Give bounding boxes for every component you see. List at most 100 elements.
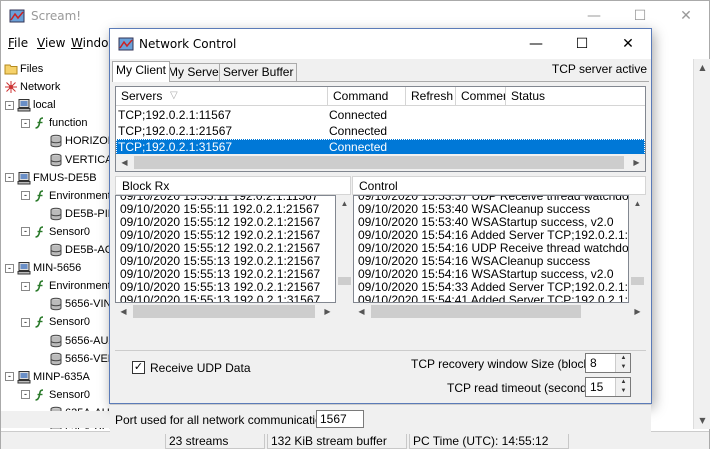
scrollbar-thumb[interactable] — [371, 305, 581, 318]
tree-item-label: Environment — [49, 189, 111, 202]
tab-my-client[interactable]: My Client — [112, 61, 171, 82]
tree-item[interactable]: - Sensor0 — [21, 386, 90, 404]
block-rx-log[interactable]: 09/10/2020 15:55:11 192.0.2.1:11567 09/10… — [115, 195, 336, 303]
database-icon — [49, 352, 63, 366]
tree-item[interactable]: DE5B-PIN — [49, 205, 116, 223]
scroll-right-arrow-icon[interactable]: ▶ — [629, 303, 646, 320]
control-log[interactable]: 09/10/2020 15:53:37 UDP Receive thread w… — [353, 195, 629, 303]
stepper-buttons[interactable]: ▲ ▼ — [615, 354, 630, 372]
database-icon — [49, 134, 63, 148]
column-command[interactable]: Command — [328, 87, 406, 106]
port-input[interactable]: 1567 — [316, 410, 364, 428]
tree-item[interactable]: DE5B-AC — [49, 241, 113, 259]
server-row[interactable]: TCP;192.0.2.1:31567 Connected — [116, 139, 645, 155]
tree-item[interactable]: - FMUS-DE5B — [5, 169, 97, 187]
database-icon — [49, 243, 63, 257]
collapse-icon[interactable]: - — [21, 118, 30, 128]
dialog-close-button[interactable]: ✕ — [605, 29, 651, 59]
scrollbar-thumb[interactable] — [134, 156, 624, 169]
dialog-titlebar[interactable]: Network Control — ☐ ✕ — [110, 29, 651, 59]
server-row[interactable]: TCP;192.0.2.1:21567 Connected — [116, 123, 645, 139]
menu-file[interactable]: File — [8, 36, 28, 50]
close-button[interactable]: ✕ — [663, 1, 709, 32]
main-title: Scream! — [31, 9, 82, 23]
scroll-right-arrow-icon[interactable]: ▶ — [628, 154, 645, 171]
column-status[interactable]: Status — [506, 87, 645, 106]
servers-horizontal-scrollbar[interactable]: ◀ ▶ — [116, 154, 645, 171]
tree-item[interactable]: 5656-AUX — [49, 332, 116, 350]
scrollbar-thumb[interactable] — [338, 277, 351, 285]
tree-item[interactable]: - local — [5, 96, 56, 114]
increment-arrow-icon[interactable]: ▲ — [616, 354, 631, 363]
collapse-icon[interactable]: - — [21, 227, 30, 237]
tree-item-label: MINP-635A — [33, 370, 90, 383]
scroll-left-arrow-icon[interactable]: ◀ — [115, 303, 132, 320]
block-rx-horizontal-scrollbar[interactable]: ◀ ▶ — [115, 303, 353, 320]
app-icon — [118, 36, 134, 52]
function-icon — [33, 225, 47, 239]
scroll-up-arrow-icon[interactable]: ▲ — [629, 195, 646, 212]
collapse-icon[interactable]: - — [5, 100, 14, 110]
function-icon — [33, 388, 47, 402]
computer-icon — [17, 171, 31, 185]
tree-item[interactable]: - Sensor0 — [21, 313, 90, 331]
tree-item[interactable]: - function — [21, 114, 88, 132]
tree-item[interactable]: HORIZON — [49, 132, 116, 150]
scroll-right-arrow-icon[interactable]: ▶ — [319, 303, 336, 320]
menu-window[interactable]: Windo — [71, 36, 109, 50]
control-vertical-scrollbar[interactable]: ▲ — [629, 195, 646, 303]
dialog-maximize-button[interactable]: ☐ — [559, 29, 605, 59]
tcp-timeout-value[interactable]: 15 — [590, 380, 603, 394]
tree-item[interactable]: Files — [4, 60, 43, 78]
tab-server-buffer[interactable]: Server Buffer — [219, 63, 298, 81]
scroll-left-arrow-icon[interactable]: ◀ — [353, 303, 370, 320]
app-icon — [9, 8, 25, 24]
dialog-minimize-button[interactable]: — — [513, 29, 559, 59]
column-refresh[interactable]: Refresh — [406, 87, 456, 106]
scroll-left-arrow-icon[interactable]: ◀ — [116, 154, 133, 171]
tree-item[interactable]: Network — [4, 78, 60, 96]
tree-item[interactable]: 5656-VEL — [49, 350, 114, 368]
scroll-down-arrow-icon[interactable]: ▼ — [694, 412, 710, 429]
column-comment[interactable]: Comment — [456, 87, 506, 106]
collapse-icon[interactable]: - — [21, 281, 30, 291]
control-horizontal-scrollbar[interactable]: ◀ ▶ — [353, 303, 646, 320]
tab-my-server[interactable]: My Server — [164, 63, 227, 81]
tree-item[interactable]: - Environment — [21, 187, 111, 205]
tree-item[interactable]: - MIN-5656 — [5, 259, 81, 277]
tcp-window-stepper[interactable]: 8 ▲ ▼ — [585, 353, 631, 373]
collapse-icon[interactable]: - — [5, 372, 14, 382]
menu-view[interactable]: View — [37, 36, 65, 50]
receive-udp-checkbox[interactable]: ✓ — [132, 361, 145, 374]
stepper-buttons[interactable]: ▲ ▼ — [615, 378, 630, 396]
servers-list[interactable]: Servers ▽ Command Refresh Comment Status… — [115, 86, 646, 172]
collapse-icon[interactable]: - — [21, 191, 30, 201]
server-address: TCP;192.0.2.1:31567 — [118, 140, 233, 154]
server-address: TCP;192.0.2.1:21567 — [118, 124, 233, 138]
increment-arrow-icon[interactable]: ▲ — [616, 378, 631, 387]
tree-item[interactable]: - Sensor0 — [21, 223, 90, 241]
collapse-icon[interactable]: - — [21, 390, 30, 400]
tcp-window-value[interactable]: 8 — [590, 356, 597, 370]
collapse-icon[interactable]: - — [5, 173, 14, 183]
stream-list-scrollbar[interactable]: ▲ ▼ — [693, 59, 710, 429]
scrollbar-thumb[interactable] — [631, 277, 644, 285]
collapse-icon[interactable]: - — [5, 263, 14, 273]
network-icon — [4, 80, 18, 94]
tree-item[interactable]: - Environment — [21, 277, 111, 295]
column-servers[interactable]: Servers ▽ — [116, 87, 328, 106]
collapse-icon[interactable]: - — [21, 317, 30, 327]
database-icon — [49, 297, 63, 311]
decrement-arrow-icon[interactable]: ▼ — [616, 387, 631, 396]
scrollbar-thumb[interactable] — [133, 305, 315, 318]
scroll-up-arrow-icon[interactable]: ▲ — [694, 59, 710, 76]
tree-item[interactable]: 5656-VIN — [49, 295, 111, 313]
server-row[interactable]: TCP;192.0.2.1:11567 Connected — [116, 107, 645, 123]
tcp-timeout-stepper[interactable]: 15 ▲ ▼ — [585, 377, 631, 397]
scroll-up-arrow-icon[interactable]: ▲ — [336, 195, 353, 212]
tree-item[interactable]: - MINP-635A — [5, 368, 90, 386]
decrement-arrow-icon[interactable]: ▼ — [616, 363, 631, 372]
block-rx-vertical-scrollbar[interactable]: ▲ — [336, 195, 353, 303]
tree-item-label: Files — [20, 63, 44, 75]
database-icon — [49, 334, 63, 348]
